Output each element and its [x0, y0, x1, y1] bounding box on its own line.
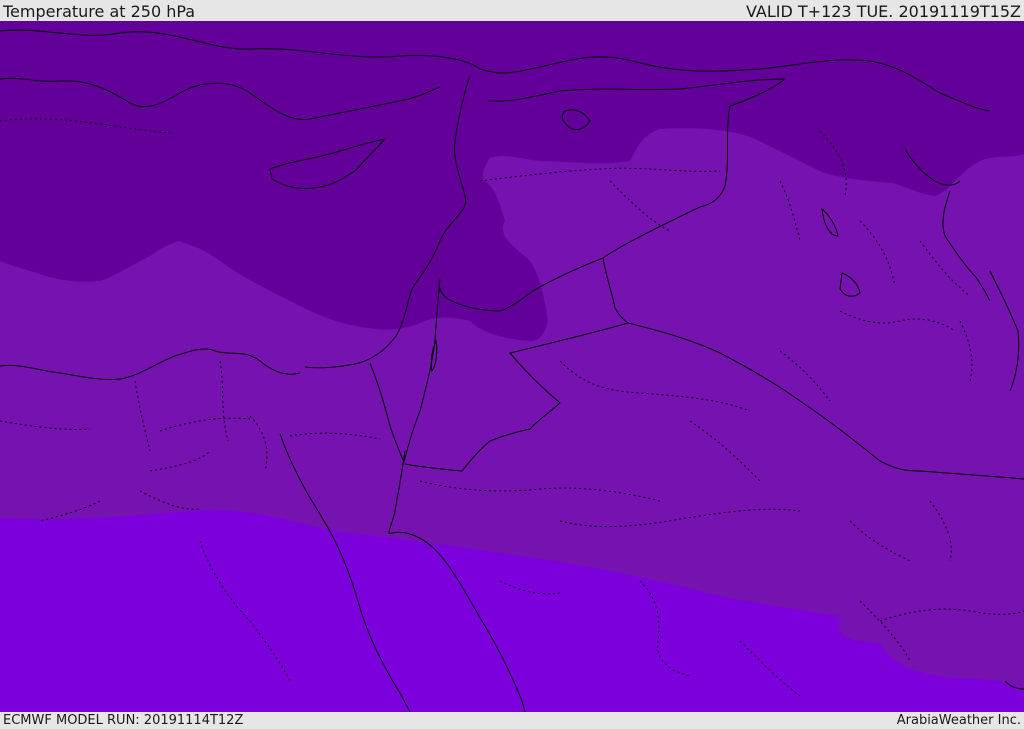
- header-bar: Temperature at 250 hPa VALID T+123 TUE. …: [0, 0, 1024, 21]
- credit-label: ArabiaWeather Inc.: [896, 713, 1021, 728]
- footer-bar: ECMWF MODEL RUN: 20191114T12Z ArabiaWeat…: [0, 712, 1024, 729]
- valid-time-label: VALID T+123 TUE. 20191119T15Z: [745, 2, 1021, 21]
- model-run-label: ECMWF MODEL RUN: 20191114T12Z: [3, 713, 244, 728]
- map-panel[interactable]: [0, 21, 1024, 712]
- temperature-map: [0, 21, 1024, 712]
- map-title: Temperature at 250 hPa: [3, 2, 196, 21]
